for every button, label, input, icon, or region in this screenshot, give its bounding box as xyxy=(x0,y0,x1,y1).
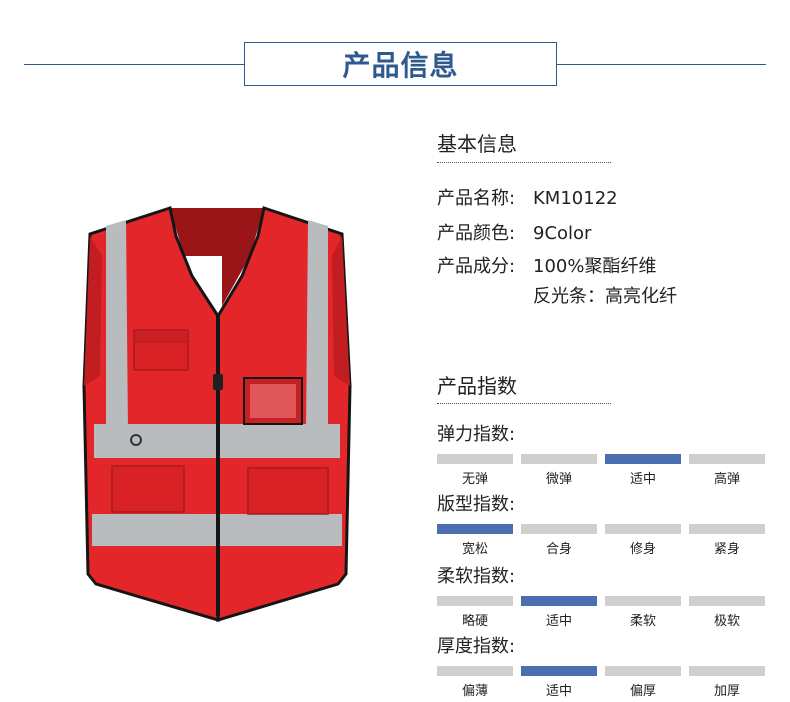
page-title: 产品信息 xyxy=(342,49,459,82)
index-bar xyxy=(689,524,765,534)
index-bar xyxy=(605,596,681,606)
info-value: 100%聚酯纤维 xyxy=(533,256,657,277)
index-label: 版型指数: xyxy=(437,494,516,515)
index-bar xyxy=(689,666,765,676)
index-bar-row xyxy=(437,666,767,676)
index-bar xyxy=(689,454,765,464)
basic-info-divider xyxy=(437,162,611,163)
info-row-material: 产品成分: 100%聚酯纤维 xyxy=(437,252,656,278)
index-option: 紧身 xyxy=(713,542,740,557)
index-option: 微弹 xyxy=(545,472,572,487)
index-bar-row xyxy=(437,596,767,606)
index-label: 柔软指数: xyxy=(437,566,516,587)
info-row-name: 产品名称: KM10122 xyxy=(437,184,618,210)
index-option: 柔软 xyxy=(629,614,656,629)
index-option: 偏薄 xyxy=(461,684,488,699)
index-bar xyxy=(437,596,513,606)
index-option-row: 宽松 合身 修身 紧身 xyxy=(437,538,767,557)
index-option: 合身 xyxy=(545,542,572,557)
index-bar xyxy=(689,596,765,606)
index-option: 适中 xyxy=(545,684,572,699)
index-option-row: 无弹 微弹 适中 高弹 xyxy=(437,468,767,487)
info-value: 9Color xyxy=(533,223,592,244)
index-option: 略硬 xyxy=(461,614,488,629)
index-option: 无弹 xyxy=(461,472,488,487)
index-option: 高弹 xyxy=(713,472,740,487)
index-bar xyxy=(605,666,681,676)
index-option: 加厚 xyxy=(713,684,740,699)
index-bar xyxy=(521,524,597,534)
header-rule-left xyxy=(24,64,244,65)
index-bar-row xyxy=(437,454,767,464)
product-image-vest xyxy=(72,196,362,636)
info-reflective-strip: 反光条：高亮化纤 xyxy=(533,286,677,307)
index-bar xyxy=(437,454,513,464)
index-option: 适中 xyxy=(545,614,572,629)
index-bar-active xyxy=(437,524,513,534)
header-title-box: 产品信息 xyxy=(244,42,557,86)
indices-title: 产品指数 xyxy=(437,374,517,398)
index-label: 弹力指数: xyxy=(437,424,516,445)
index-bar xyxy=(437,666,513,676)
index-bar xyxy=(605,524,681,534)
info-label: 产品成分: xyxy=(437,256,516,277)
index-option: 极软 xyxy=(713,614,740,629)
index-bar-active xyxy=(521,596,597,606)
index-option: 修身 xyxy=(629,542,656,557)
index-bar-active xyxy=(605,454,681,464)
index-option: 适中 xyxy=(629,472,656,487)
info-label: 产品颜色: xyxy=(437,223,516,244)
index-option: 偏厚 xyxy=(629,684,656,699)
index-bar-row xyxy=(437,524,767,534)
index-label: 厚度指数: xyxy=(437,636,516,657)
info-value: KM10122 xyxy=(533,188,618,209)
index-option-row: 偏薄 适中 偏厚 加厚 xyxy=(437,680,767,699)
index-bar xyxy=(521,454,597,464)
index-option-row: 略硬 适中 柔软 极软 xyxy=(437,610,767,629)
vest-illustration xyxy=(82,206,352,623)
index-bar-active xyxy=(521,666,597,676)
basic-info-title: 基本信息 xyxy=(437,132,517,156)
info-label: 产品名称: xyxy=(437,188,516,209)
info-row-color: 产品颜色: 9Color xyxy=(437,219,591,245)
indices-divider xyxy=(437,403,611,404)
index-option: 宽松 xyxy=(461,542,488,557)
header-rule-right xyxy=(556,64,766,65)
